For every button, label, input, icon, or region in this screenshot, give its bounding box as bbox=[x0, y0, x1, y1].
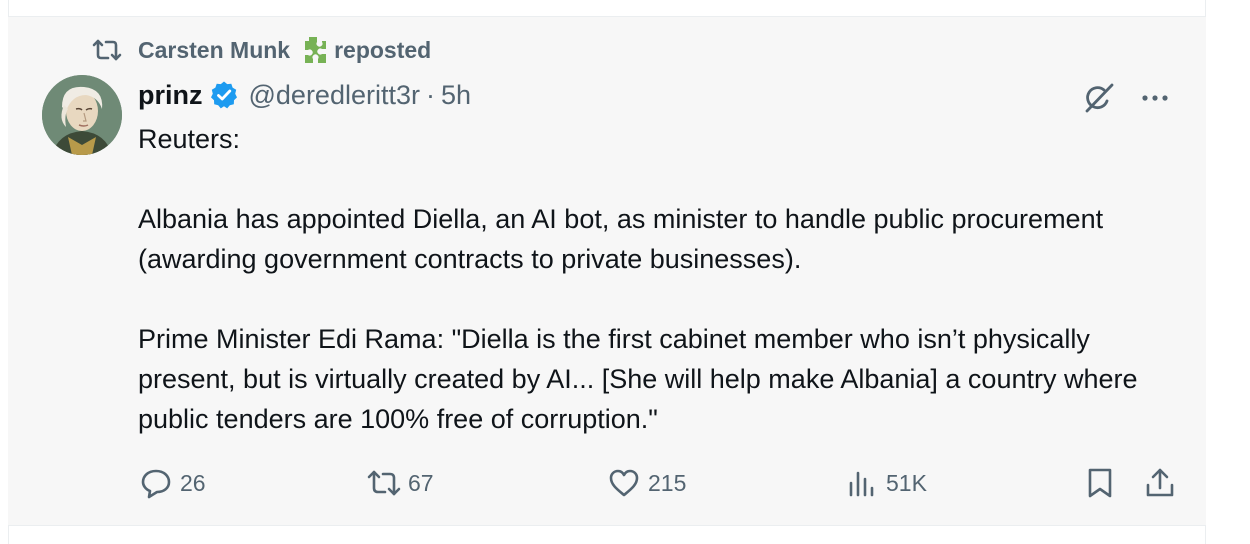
tweet-text-paragraph-1: Albania has appointed Diella, an AI bot,… bbox=[138, 204, 1111, 274]
tweet-card[interactable]: Carsten Munk reposted prinz @deredleritt… bbox=[8, 16, 1206, 526]
tweet-text-paragraph-2: Prime Minister Edi Rama: "Diella is the … bbox=[138, 324, 1146, 434]
bookmark-icon bbox=[1082, 465, 1118, 501]
reply-count: 26 bbox=[180, 469, 206, 496]
tweet-text-line-source: Reuters: bbox=[138, 124, 241, 154]
bookmark-button[interactable] bbox=[1082, 463, 1124, 503]
reply-button[interactable]: 26 bbox=[138, 463, 206, 503]
repost-icon bbox=[366, 465, 402, 501]
tweet-header: prinz @deredleritt3r · 5h bbox=[138, 77, 471, 113]
timestamp[interactable]: 5h bbox=[441, 80, 471, 111]
header-separator: · bbox=[425, 79, 435, 110]
avatar[interactable] bbox=[42, 75, 122, 155]
social-context[interactable]: Carsten Munk reposted bbox=[90, 37, 431, 63]
views-button[interactable]: 51K bbox=[844, 463, 927, 503]
reposted-label: reposted bbox=[334, 36, 432, 63]
views-icon bbox=[844, 465, 880, 501]
author-name[interactable]: prinz bbox=[138, 80, 203, 111]
previous-post-edge bbox=[8, 0, 1206, 16]
like-count: 215 bbox=[648, 469, 687, 496]
repost-button[interactable]: 67 bbox=[366, 463, 434, 503]
like-button[interactable]: 215 bbox=[606, 463, 686, 503]
next-post-edge bbox=[8, 526, 1206, 544]
more-options-icon[interactable] bbox=[1136, 83, 1174, 113]
author-handle[interactable]: @deredleritt3r bbox=[249, 80, 420, 111]
repost-icon bbox=[90, 37, 124, 63]
grok-icon[interactable] bbox=[1080, 79, 1118, 117]
view-count: 51K bbox=[886, 469, 927, 496]
heart-icon bbox=[606, 465, 642, 501]
tweet-text: Reuters: Albania has appointed Diella, a… bbox=[138, 119, 1138, 439]
action-bar: 26 67 215 51K bbox=[138, 463, 1178, 503]
share-button[interactable] bbox=[1142, 463, 1184, 503]
verified-badge-icon[interactable] bbox=[209, 80, 239, 110]
share-icon bbox=[1142, 465, 1178, 501]
repost-count: 67 bbox=[408, 469, 434, 496]
reply-icon bbox=[138, 465, 174, 501]
puzzle-emoji-icon bbox=[298, 35, 328, 65]
reposter-name[interactable]: Carsten Munk bbox=[138, 37, 290, 64]
